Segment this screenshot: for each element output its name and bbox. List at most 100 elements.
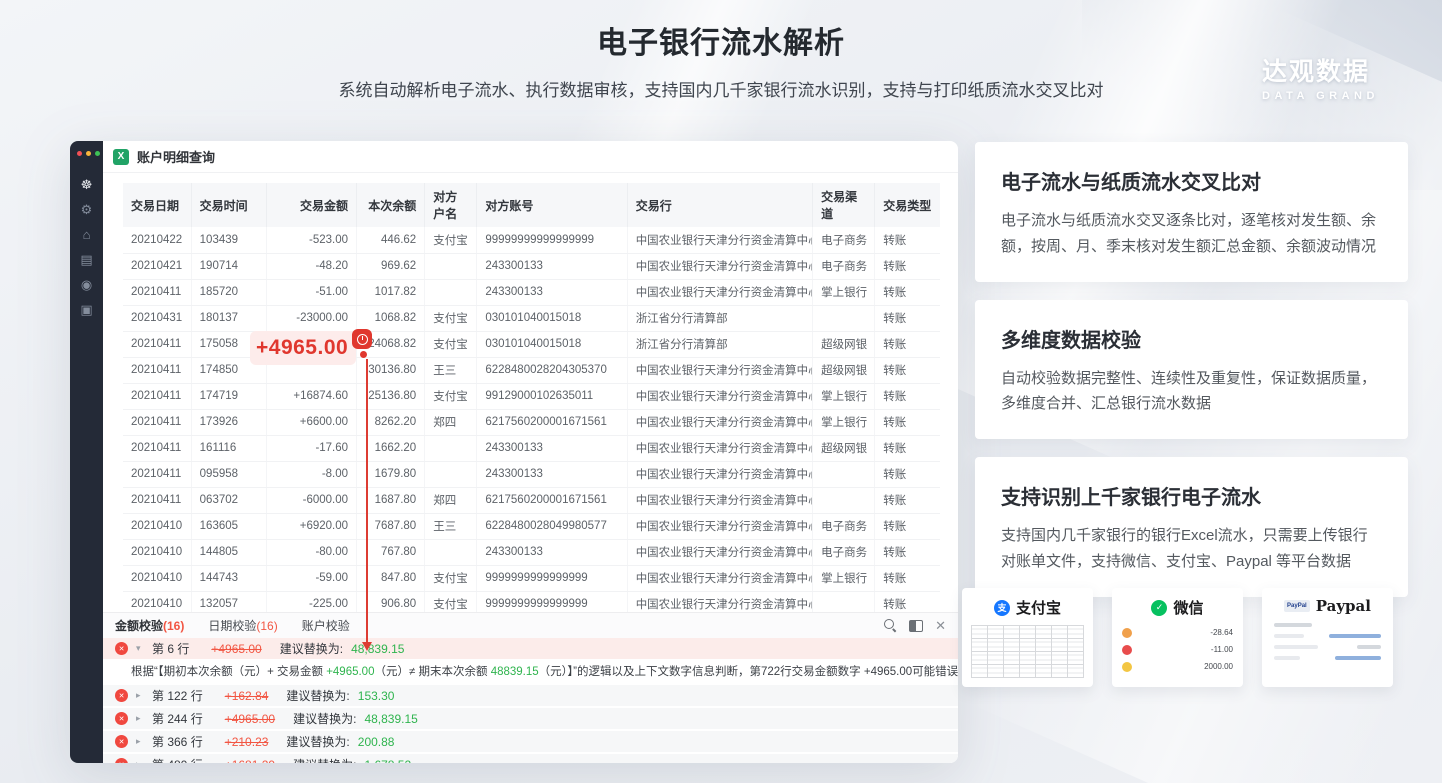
table-cell: 中国农业银行天津分行资金清算中心	[627, 539, 812, 565]
table-cell: +6920.00	[266, 513, 356, 539]
table-row[interactable]: 2021041117485030136.80王三6228480028204305…	[123, 357, 940, 383]
table-cell: 转账	[875, 461, 940, 487]
wechat-amount: 2000.00	[1204, 662, 1233, 671]
alipay-name: 支付宝	[1016, 597, 1061, 618]
issue-old-value: +210.23	[225, 735, 269, 749]
maximize-window-button[interactable]	[95, 151, 100, 156]
issue-row[interactable]: ✕▸第 480 行+1681.29建议替换为:1,678.52	[103, 754, 958, 763]
table-row[interactable]: 20210411161116-17.601662.20243300133中国农业…	[123, 435, 940, 461]
search-icon[interactable]	[884, 619, 897, 632]
thumbnail-cell	[1052, 639, 1068, 652]
table-cell: 1068.82	[357, 305, 425, 331]
close-panel-icon[interactable]: ✕	[935, 618, 946, 634]
table-cell	[813, 487, 875, 513]
caret-right-icon[interactable]: ▸	[136, 759, 144, 763]
issue-list: ✕▾第 6 行+4965.00建议替换为:48,839.15根据“【期初本次余额…	[103, 638, 958, 763]
tab-amount-check[interactable]: 金额校验(16)	[115, 617, 184, 634]
table-cell: 浙江省分行清算部	[627, 331, 812, 357]
card-icon[interactable]: ▣	[80, 303, 92, 316]
table-cell: 王三	[425, 513, 477, 539]
column-header: 交易金额	[266, 183, 356, 227]
table-cell: 20210411	[123, 461, 191, 487]
table-cell: 支付宝	[425, 383, 477, 409]
table-row[interactable]: 20210411185720-51.001017.82243300133中国农业…	[123, 279, 940, 305]
table-cell: 支付宝	[425, 331, 477, 357]
feature-cards: 电子流水与纸质流水交叉比对 电子流水与纸质流水交叉逐条比对，逐笔核对发生额、余额…	[975, 142, 1408, 615]
thumbnail-cell	[988, 665, 1004, 678]
caret-right-icon[interactable]: ▸	[136, 736, 144, 747]
table-cell: 20210431	[123, 305, 191, 331]
table-row[interactable]: 20210410144805-80.00767.80243300133中国农业银…	[123, 539, 940, 565]
column-header: 对方账号	[477, 183, 627, 227]
thumbnail-cell	[1068, 652, 1084, 665]
table-header-row: 交易日期交易时间交易金额本次余额对方户名对方账号交易行交易渠道交易类型	[123, 183, 940, 227]
caret-down-icon[interactable]: ▾	[136, 643, 144, 654]
tab-account-check[interactable]: 账户校验	[302, 617, 350, 634]
issue-suggest-value: 1,678.52	[364, 758, 411, 764]
feature-body: 支持国内几千家银行的银行Excel流水，只需要上传银行对账单文件，支持微信、支付…	[1001, 523, 1382, 575]
table-cell: 转账	[875, 253, 940, 279]
tab-count: (16)	[163, 619, 184, 633]
table-cell: 转账	[875, 357, 940, 383]
table-cell: 030101040015018	[477, 331, 627, 357]
table-cell: 103439	[191, 227, 266, 253]
minimize-window-button[interactable]	[86, 151, 91, 156]
wechat-merchant-icon	[1122, 645, 1132, 655]
window-controls	[70, 141, 103, 156]
feature-card-bank-support: 支持识别上千家银行电子流水 支持国内几千家银行的银行Excel流水，只需要上传银…	[975, 457, 1408, 597]
thumbnail-cell	[1036, 626, 1052, 639]
table-cell	[813, 461, 875, 487]
feature-card-multi-dimension: 多维度数据校验 自动校验数据完整性、连续性及重复性，保证数据质量，多维度合并、汇…	[975, 300, 1408, 440]
platform-cards: 支 支付宝 ✓ 微信 -28.64-11.002000.00 PayPal Pa…	[962, 588, 1393, 687]
wheel-icon[interactable]: ☸	[81, 178, 93, 191]
layout-toggle-icon[interactable]	[909, 620, 923, 632]
table-row[interactable]: 20210421190714-48.20969.62243300133中国农业银…	[123, 253, 940, 279]
table-cell: 185720	[191, 279, 266, 305]
thumbnail-cell	[1020, 639, 1036, 652]
home-icon[interactable]: ⌂	[83, 228, 91, 241]
table-row[interactable]: 20210411175058-6067.9824068.82支付宝0301010…	[123, 331, 940, 357]
alipay-card: 支 支付宝	[962, 588, 1093, 687]
table-cell: 转账	[875, 279, 940, 305]
thumbnail-cell	[1004, 652, 1020, 665]
table-row[interactable]: 20210422103439-523.00446.62支付宝9999999999…	[123, 227, 940, 253]
table-row[interactable]: 20210411173926+6600.008262.20郑四621756020…	[123, 409, 940, 435]
table-cell: 中国农业银行天津分行资金清算中心	[627, 513, 812, 539]
table-row[interactable]: 20210410144743-59.00847.80支付宝99999999999…	[123, 565, 940, 591]
wechat-icon: ✓	[1151, 600, 1167, 616]
table-cell: 转账	[875, 305, 940, 331]
document-tab-title[interactable]: 账户明细查询	[137, 147, 215, 166]
issue-suggest-value: 48,839.15	[364, 712, 417, 726]
table-cell: 掌上银行	[813, 565, 875, 591]
issue-row[interactable]: ✕▸第 366 行+210.23建议替换为:200.88	[103, 731, 958, 752]
table-row[interactable]: 20210411174719+16874.6025136.80支付宝991290…	[123, 383, 940, 409]
caret-right-icon[interactable]: ▸	[136, 690, 144, 701]
wechat-transaction-row: -11.00	[1122, 641, 1233, 658]
table-cell: 20210411	[123, 331, 191, 357]
gear-icon[interactable]: ⚙	[81, 203, 93, 216]
document-icon[interactable]: ▤	[80, 253, 92, 266]
alipay-header: 支 支付宝	[962, 597, 1093, 618]
thumbnail-cell	[1020, 626, 1036, 639]
table-cell: 20210411	[123, 357, 191, 383]
issue-row[interactable]: ✕▸第 244 行+4965.00建议替换为:48,839.15	[103, 708, 958, 729]
table-row[interactable]: 20210411063702-6000.001687.80郑四621756020…	[123, 487, 940, 513]
thumbnail-cell	[972, 652, 988, 665]
thumbnail-cell	[1052, 665, 1068, 678]
table-cell: 190714	[191, 253, 266, 279]
column-header: 交易类型	[875, 183, 940, 227]
window-sidebar: ☸ ⚙ ⌂ ▤ ◉ ▣	[70, 141, 103, 763]
table-cell: 6217560200001671561	[477, 409, 627, 435]
table-cell: 144805	[191, 539, 266, 565]
close-window-button[interactable]	[77, 151, 82, 156]
table-row[interactable]: 20210410163605+6920.007687.80王三622848002…	[123, 513, 940, 539]
coin-icon[interactable]: ◉	[81, 278, 92, 291]
table-row[interactable]: 20210431180137-23000.001068.82支付宝0301010…	[123, 305, 940, 331]
table-row[interactable]: 20210411095958-8.001679.80243300133中国农业银…	[123, 461, 940, 487]
table-cell: -48.20	[266, 253, 356, 279]
tab-date-check[interactable]: 日期校验(16)	[208, 617, 277, 634]
paypal-statement-thumbnail	[1274, 623, 1381, 660]
issue-row[interactable]: ✕▸第 122 行+162.84建议替换为:153.30	[103, 685, 958, 706]
issue-row[interactable]: ✕▾第 6 行+4965.00建议替换为:48,839.15	[103, 638, 958, 659]
caret-right-icon[interactable]: ▸	[136, 713, 144, 724]
